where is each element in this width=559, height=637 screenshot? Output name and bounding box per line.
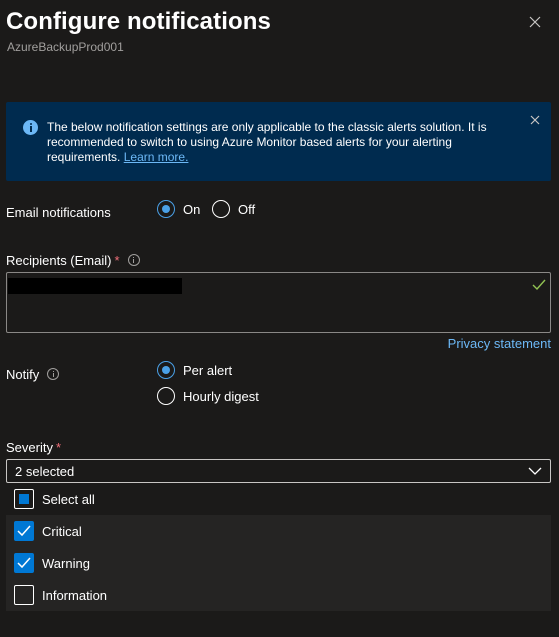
notify-label: Notify — [6, 367, 60, 382]
per-alert-radio[interactable]: Per alert — [157, 361, 232, 379]
radio-button — [212, 200, 230, 218]
option-label: Warning — [42, 555, 90, 571]
banner-close-button[interactable] — [528, 113, 542, 127]
dropdown-value: 2 selected — [15, 464, 75, 479]
close-icon — [529, 16, 541, 28]
email-notifications-label: Email notifications — [6, 205, 111, 220]
severity-option-warning[interactable]: Warning — [6, 547, 551, 579]
radio-button — [157, 387, 175, 405]
email-on-radio[interactable]: On — [157, 200, 200, 218]
notify-label-text: Notify — [6, 367, 40, 382]
severity-label-text: Severity — [6, 440, 53, 455]
info-banner: The below notification settings are only… — [6, 102, 551, 181]
hourly-digest-radio[interactable]: Hourly digest — [157, 387, 259, 405]
redacted-email-value — [8, 278, 182, 294]
severity-dropdown[interactable]: 2 selected — [6, 459, 551, 483]
checkbox — [14, 585, 34, 605]
severity-option-critical[interactable]: Critical — [6, 515, 551, 547]
select-all-option[interactable]: Select all — [6, 483, 551, 515]
checkbox — [14, 553, 34, 573]
banner-message: The below notification settings are only… — [47, 120, 497, 165]
recipients-label-text: Recipients (Email) — [6, 253, 112, 268]
radio-button — [157, 200, 175, 218]
option-label: Information — [42, 587, 108, 603]
learn-more-link[interactable]: Learn more. — [124, 150, 189, 164]
close-panel-button[interactable] — [525, 12, 545, 32]
option-label: Select all — [42, 491, 95, 507]
info-icon[interactable] — [47, 368, 60, 380]
radio-button — [157, 361, 175, 379]
severity-listbox: Select all Critical Warning Information — [6, 483, 551, 611]
checkbox — [14, 489, 34, 509]
recipients-label: Recipients (Email) * — [6, 253, 140, 268]
checkmark-icon — [532, 279, 546, 291]
radio-label: Off — [238, 201, 256, 217]
info-icon[interactable] — [127, 254, 140, 266]
recipients-email-input[interactable] — [6, 272, 551, 333]
severity-label: Severity * — [6, 440, 61, 455]
page-title: Configure notifications — [6, 8, 271, 35]
checkmark-icon — [17, 557, 31, 569]
info-icon — [23, 120, 38, 135]
close-icon — [530, 115, 540, 125]
radio-label: Hourly digest — [183, 388, 259, 404]
checkmark-icon — [17, 525, 31, 537]
required-mark: * — [55, 440, 62, 455]
severity-option-information[interactable]: Information — [6, 579, 551, 611]
required-mark: * — [114, 253, 120, 268]
option-label: Critical — [42, 523, 82, 539]
chevron-down-icon — [528, 467, 542, 475]
privacy-statement-link[interactable]: Privacy statement — [448, 336, 551, 351]
radio-label: On — [183, 201, 201, 217]
radio-label: Per alert — [183, 362, 233, 378]
page-subtitle: AzureBackupProd001 — [7, 40, 124, 54]
email-off-radio[interactable]: Off — [212, 200, 255, 218]
checkbox — [14, 521, 34, 541]
banner-text: The below notification settings are only… — [47, 120, 487, 164]
